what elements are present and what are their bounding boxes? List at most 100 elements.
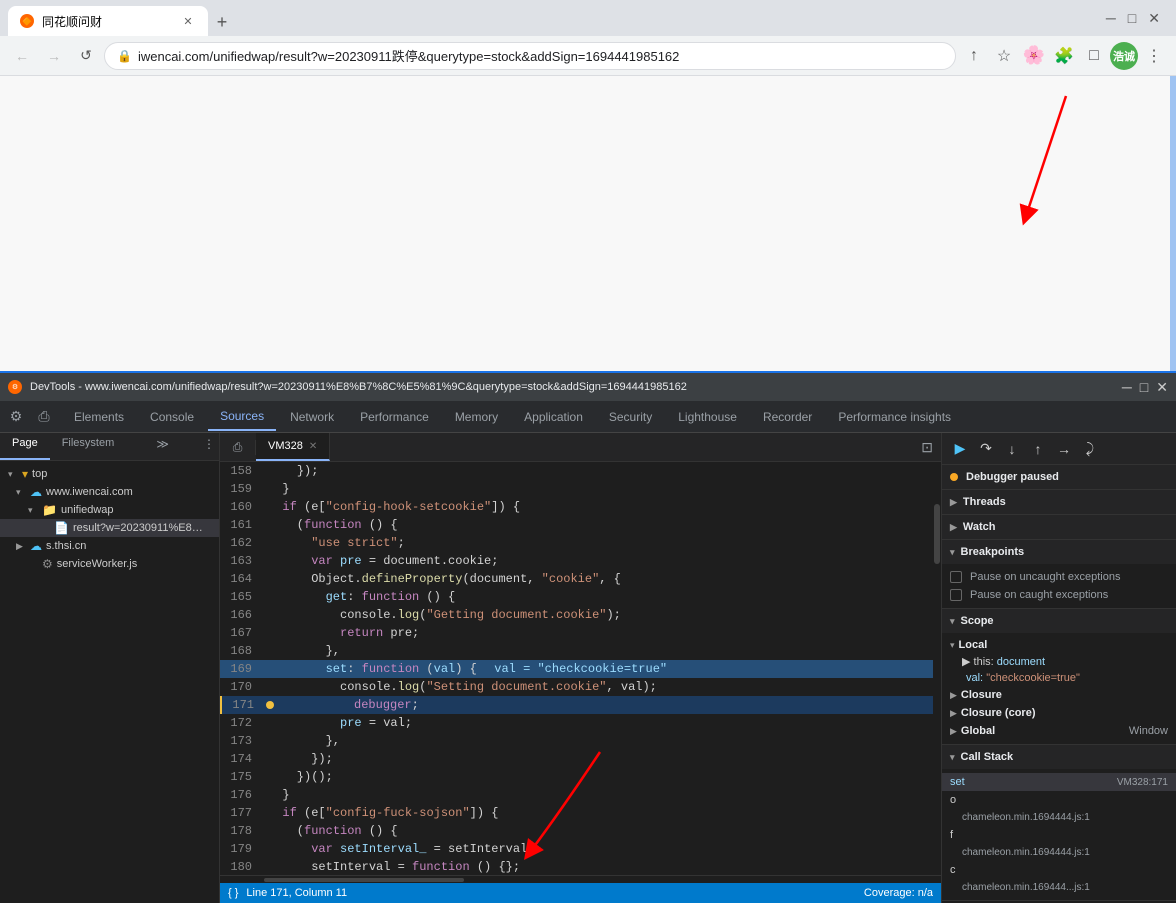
fp-tab-more[interactable]: ≫: [148, 433, 177, 460]
dbg-step[interactable]: →: [1052, 437, 1076, 461]
fp-panel-options[interactable]: ⋮: [199, 433, 219, 460]
call-stack-header[interactable]: ▾ Call Stack: [942, 745, 1176, 769]
scope-global-header[interactable]: ▶ Global Window: [942, 722, 1176, 740]
hscrollbar-thumb: [264, 878, 464, 882]
tree-item-top[interactable]: ▾ ▾ top: [0, 465, 219, 483]
devtools-controls: ─ □ ✕: [1122, 379, 1168, 396]
code-tab-vm328[interactable]: VM328 ✕: [256, 433, 330, 461]
dbg-deactivate[interactable]: ⤸: [1078, 437, 1102, 461]
scope-header[interactable]: ▾ Scope: [942, 609, 1176, 633]
dbg-step-over[interactable]: ↷: [974, 437, 998, 461]
code-line-167: 167 return pre;: [220, 624, 933, 642]
dbg-step-out[interactable]: ↑: [1026, 437, 1050, 461]
code-scroll-inner[interactable]: 158 }); 159 } 160 if (e["config-hook-set…: [220, 462, 933, 875]
code-line-177: 177 if (e["config-fuck-sojson"]) {: [220, 804, 933, 822]
tab-title: 同花顺问财: [42, 13, 102, 30]
code-line-160: 160 if (e["config-hook-setcookie"]) {: [220, 498, 933, 516]
tree-item-iwencai[interactable]: ▾ ☁ www.iwencai.com: [0, 483, 219, 501]
tab-elements[interactable]: Elements: [62, 403, 136, 431]
dbg-resume[interactable]: ▶: [948, 437, 972, 461]
tab-lighthouse[interactable]: Lighthouse: [666, 403, 749, 431]
devtools-maximize[interactable]: □: [1140, 379, 1148, 396]
code-line-161: 161 (function () {: [220, 516, 933, 534]
tab-security[interactable]: Security: [597, 403, 664, 431]
extensions-icon[interactable]: 🧩: [1050, 42, 1078, 70]
code-vscrollbar[interactable]: [933, 462, 941, 875]
callstack-chameleon1[interactable]: chameleon.min.1694444.js:1: [942, 809, 1176, 826]
scope-this: ▶ this: document: [942, 653, 1176, 670]
file-panel: Page Filesystem ≫ ⋮ ▾ ▾ top ▾ ☁ www.iwen…: [0, 433, 220, 903]
window-maximize[interactable]: □: [1128, 10, 1136, 26]
bp-caught: Pause on caught exceptions: [942, 586, 1176, 604]
address-bar[interactable]: 🔒 iwencai.com/unifiedwap/result?w=202309…: [104, 42, 956, 70]
active-tab[interactable]: 🔶 同花顺问财 ✕: [8, 6, 208, 36]
profile-icon[interactable]: 浩诚: [1110, 42, 1138, 70]
tab-close-button[interactable]: ✕: [180, 13, 196, 29]
new-tab-button[interactable]: +: [208, 8, 236, 36]
toolbar-actions: ↑ ☆ 🌸 🧩 □ 浩诚 ⋮: [960, 42, 1168, 70]
status-bracket: { }: [228, 887, 238, 899]
tab-performance[interactable]: Performance: [348, 403, 441, 431]
callstack-o[interactable]: o: [942, 791, 1176, 809]
devtools-settings-icon[interactable]: ⚙: [4, 405, 28, 429]
devtools-dock-icon[interactable]: ⎙: [32, 405, 56, 429]
devtools-sources-panel: Page Filesystem ≫ ⋮ ▾ ▾ top ▾ ☁ www.iwen…: [0, 433, 1176, 903]
menu-icon[interactable]: ⋮: [1140, 42, 1168, 70]
share-icon[interactable]: ↑: [960, 42, 988, 70]
scope-closure-header[interactable]: ▶ Closure: [942, 686, 1176, 704]
file-tree: ▾ ▾ top ▾ ☁ www.iwencai.com ▾ 📁 unifiedw…: [0, 461, 219, 903]
extension-icon[interactable]: 🌸: [1020, 42, 1048, 70]
bookmark-icon[interactable]: ☆: [990, 42, 1018, 70]
debug-toolbar: ▶ ↷ ↓ ↑ → ⤸: [942, 433, 1176, 465]
window-minimize[interactable]: ─: [1106, 10, 1116, 26]
code-line-169: 169 set: function (val) { val = "checkco…: [220, 660, 933, 678]
fp-tab-filesystem[interactable]: Filesystem: [50, 433, 127, 460]
scope-local-header[interactable]: ▾ Local: [942, 637, 1176, 653]
threads-header[interactable]: ▶ Threads: [942, 490, 1176, 514]
scope-closure-core-header[interactable]: ▶ Closure (core): [942, 704, 1176, 722]
refresh-button[interactable]: ↺: [72, 42, 100, 70]
devtools-minimize[interactable]: ─: [1122, 379, 1132, 396]
tree-item-serviceworker[interactable]: ⚙ serviceWorker.js: [0, 555, 219, 573]
status-position: Line 171, Column 11: [246, 887, 347, 899]
bp-uncaught-checkbox[interactable]: [950, 571, 962, 583]
watch-header[interactable]: ▶ Watch: [942, 515, 1176, 539]
tab-console[interactable]: Console: [138, 403, 206, 431]
code-line-176: 176 }: [220, 786, 933, 804]
scope-val: val: "checkcookie=true": [942, 670, 1176, 686]
tree-item-thsi[interactable]: ▶ ☁ s.thsi.cn: [0, 537, 219, 555]
window-close[interactable]: ✕: [1148, 10, 1160, 27]
code-panel-icon: ⎙: [233, 440, 243, 455]
tree-item-unifiedwap[interactable]: ▾ 📁 unifiedwap: [0, 501, 219, 519]
dbg-step-into[interactable]: ↓: [1000, 437, 1024, 461]
tab-perf-insights[interactable]: Performance insights: [826, 403, 963, 431]
code-hscrollbar[interactable]: [220, 875, 941, 883]
tree-item-result[interactable]: 📄 result?w=20230911%E8…: [0, 519, 219, 537]
callstack-chameleon3[interactable]: chameleon.min.169444...js:1: [942, 879, 1176, 896]
callstack-c[interactable]: c: [942, 861, 1176, 879]
callstack-chameleon2[interactable]: chameleon.min.1694444.js:1: [942, 844, 1176, 861]
callstack-set[interactable]: set VM328:171: [942, 773, 1176, 791]
code-line-168: 168 },: [220, 642, 933, 660]
tab-recorder[interactable]: Recorder: [751, 403, 824, 431]
debug-panel: ▶ ↷ ↓ ↑ → ⤸ Debugger paused ▶ Threads: [941, 433, 1176, 903]
bp-caught-checkbox[interactable]: [950, 589, 962, 601]
breakpoints-content: Pause on uncaught exceptions Pause on ca…: [942, 564, 1176, 608]
code-line-158: 158 });: [220, 462, 933, 480]
minimap-toggle[interactable]: ⊡: [917, 437, 937, 458]
breakpoints-header[interactable]: ▾ Breakpoints: [942, 540, 1176, 564]
tab-memory[interactable]: Memory: [443, 403, 510, 431]
devtools-close[interactable]: ✕: [1156, 379, 1168, 396]
fp-tab-page[interactable]: Page: [0, 433, 50, 460]
tab-sources[interactable]: Sources: [208, 403, 276, 431]
code-line-179: 179 var setInterval_ = setInterval;: [220, 840, 933, 858]
back-button[interactable]: ←: [8, 42, 36, 70]
tab-network[interactable]: Network: [278, 403, 346, 431]
forward-button[interactable]: →: [40, 42, 68, 70]
code-line-165: 165 get: function () {: [220, 588, 933, 606]
tab-application[interactable]: Application: [512, 403, 595, 431]
code-tab-close[interactable]: ✕: [309, 441, 317, 452]
scope-content: ▾ Local ▶ this: document val: "checkcook…: [942, 633, 1176, 744]
callstack-f[interactable]: f: [942, 826, 1176, 844]
sidebar-icon[interactable]: □: [1080, 42, 1108, 70]
